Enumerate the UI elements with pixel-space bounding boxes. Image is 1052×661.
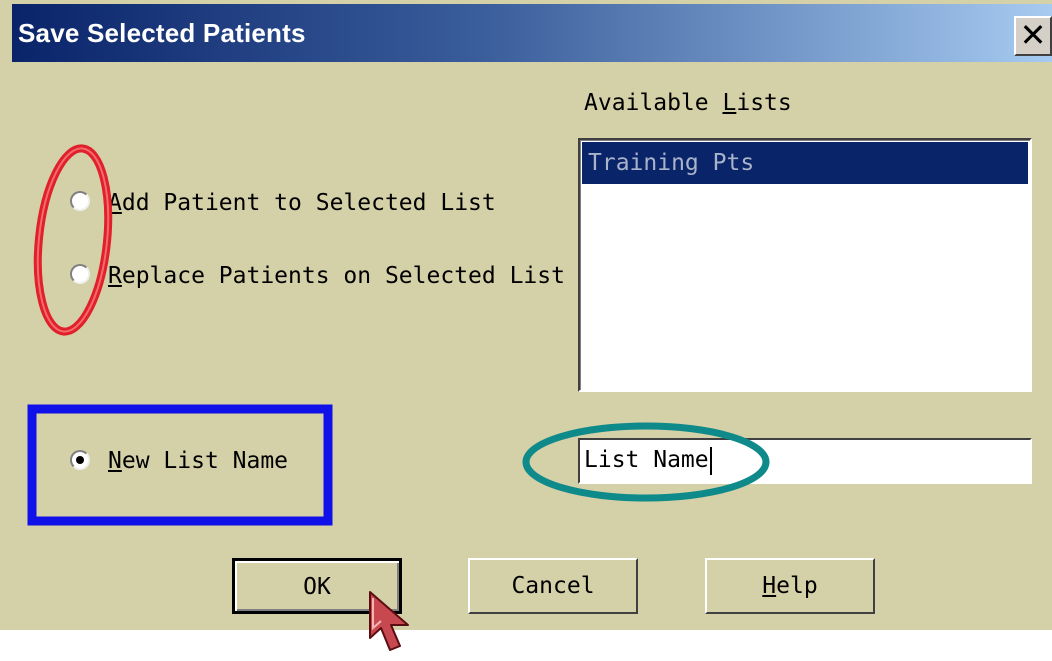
new-list-name-label-rest: ew List Name xyxy=(121,448,289,474)
radio-selected-dot xyxy=(76,456,84,464)
add-patient-label-accel: A xyxy=(108,190,122,216)
close-button[interactable]: ✕ xyxy=(1014,16,1052,56)
new-list-name-value: List Name xyxy=(584,447,709,473)
add-patient-radio[interactable] xyxy=(70,191,90,211)
close-icon: ✕ xyxy=(1019,16,1047,54)
replace-patients-radio[interactable] xyxy=(70,264,90,284)
replace-patients-label[interactable]: Replace Patients on Selected List xyxy=(108,263,565,289)
help-button-rest: elp xyxy=(776,573,818,599)
replace-patients-label-accel: R xyxy=(108,263,122,289)
ok-button[interactable]: OK xyxy=(232,558,402,614)
help-button[interactable]: Help xyxy=(705,558,875,614)
title-bar: Save Selected Patients ✕ xyxy=(12,4,1052,62)
add-patient-label[interactable]: Add Patient to Selected List xyxy=(108,190,496,216)
available-lists-label: Available Lists xyxy=(584,90,792,116)
dialog-title: Save Selected Patients xyxy=(18,18,306,48)
available-lists-listbox[interactable]: Training Pts xyxy=(578,138,1032,392)
new-list-name-label[interactable]: New List Name xyxy=(108,448,288,474)
new-list-name-label-accel: N xyxy=(108,448,122,474)
text-caret xyxy=(709,446,712,475)
help-button-accel: H xyxy=(762,573,777,599)
save-selected-patients-dialog: Save Selected Patients ✕ Available Lists… xyxy=(0,0,1052,630)
available-lists-label-post: ists xyxy=(736,90,792,116)
replace-patients-label-rest: eplace Patients on Selected List xyxy=(121,263,565,289)
add-patient-label-rest: dd Patient to Selected List xyxy=(121,190,496,216)
new-list-name-radio[interactable] xyxy=(70,450,90,470)
cancel-button[interactable]: Cancel xyxy=(468,558,638,614)
available-lists-label-pre: Available xyxy=(584,90,723,116)
list-item[interactable]: Training Pts xyxy=(582,142,1028,184)
new-list-name-input[interactable]: List Name xyxy=(578,438,1032,484)
available-lists-label-accel: L xyxy=(722,90,737,116)
